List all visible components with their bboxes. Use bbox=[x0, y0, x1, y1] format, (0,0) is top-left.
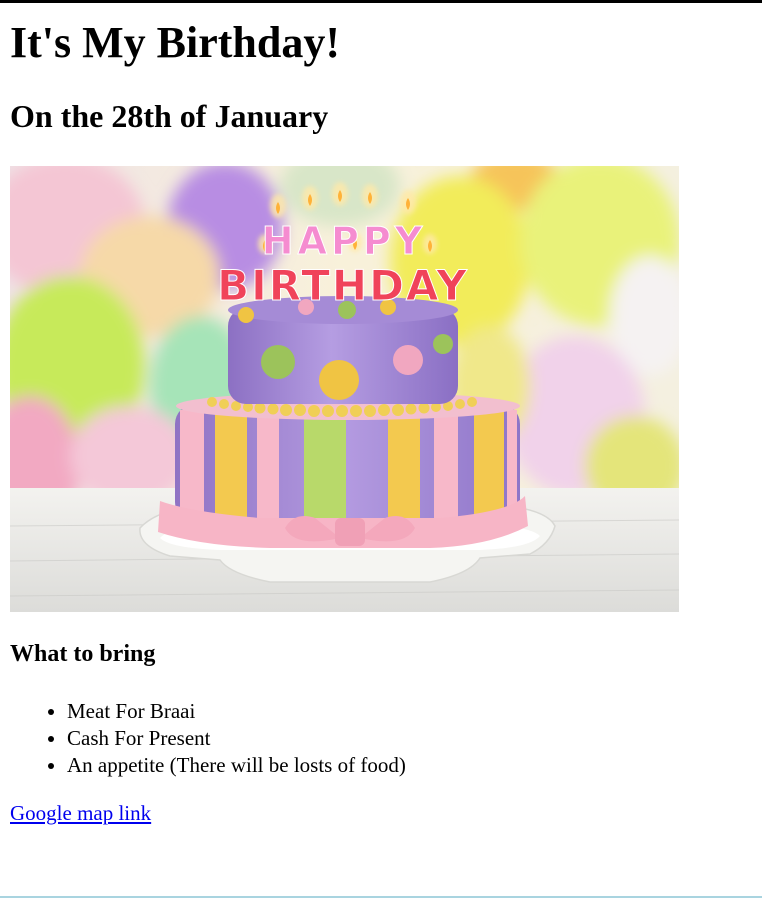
page-title: It's My Birthday! bbox=[10, 18, 340, 67]
page-top-border bbox=[0, 0, 762, 3]
birthday-cake-image: HAPPY BIRTHDAY bbox=[10, 166, 679, 612]
list-item: Meat For Braai bbox=[67, 698, 406, 725]
google-map-link[interactable]: Google map link bbox=[10, 801, 151, 826]
list-item: An appetite (There will be losts of food… bbox=[67, 752, 406, 779]
candle-line-birthday: BIRTHDAY bbox=[217, 261, 469, 310]
list-item: Cash For Present bbox=[67, 725, 406, 752]
candle-line-happy: HAPPY bbox=[262, 219, 426, 263]
bring-list: Meat For Braai Cash For Present An appet… bbox=[10, 698, 406, 779]
page-subtitle: On the 28th of January bbox=[10, 98, 329, 134]
bring-heading: What to bring bbox=[10, 641, 156, 667]
